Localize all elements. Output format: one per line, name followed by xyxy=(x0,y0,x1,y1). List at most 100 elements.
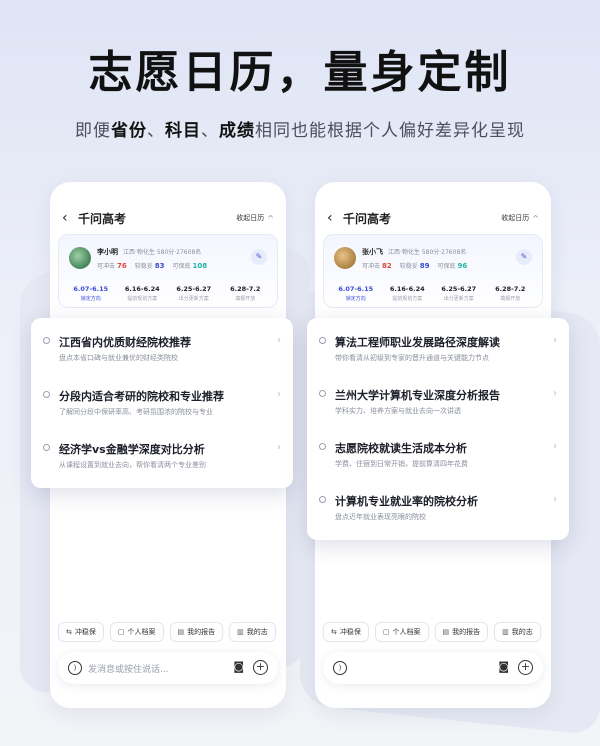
suggestion-item[interactable]: 计算机专业就业率的院校分析 盘点近年就业表现亮眼的院校 › xyxy=(319,493,557,533)
suggestion-title: 江西省内优质财经院校推荐 xyxy=(59,336,191,349)
date-range: 6.25-6.27 xyxy=(176,285,212,293)
chip-label: 个人档案 xyxy=(392,628,421,636)
score-match: 较稳妥 89 xyxy=(400,261,430,270)
message-input-bar[interactable]: ) 发消息或按住说话... ◙ + xyxy=(58,652,278,684)
voice-icon[interactable]: ) xyxy=(68,661,82,675)
back-arrow-icon[interactable]: ‹ xyxy=(327,210,343,226)
date-range: 6.28-7.2 xyxy=(495,285,526,293)
edit-pencil-icon[interactable]: ✎ xyxy=(516,249,532,265)
chevron-right-icon: › xyxy=(277,442,281,453)
chip-wishlist[interactable]: ▥ 我的志 xyxy=(229,622,276,642)
radio-icon xyxy=(319,496,326,503)
quick-chips: ⇆ 冲稳保 ▢ 个人档案 ▤ 我的报告 ▥ 我的志 xyxy=(58,622,276,642)
shuffle-icon: ⇆ xyxy=(66,628,72,636)
chevron-right-icon: › xyxy=(277,389,281,400)
suggestion-subtitle: 盘点近年就业表现亮眼的院校 xyxy=(335,513,426,521)
suggestion-title: 志愿院校就读生活成本分析 xyxy=(335,442,467,455)
score-row: 可冲击 76 较稳妥 83 可保底 108 xyxy=(97,261,207,270)
suggestion-item[interactable]: 兰州大学计算机专业深度分析报告 学科实力、培养方案与就业去向一次讲透 › xyxy=(319,387,557,427)
date-range: 6.16-6.24 xyxy=(389,285,425,293)
score-reach: 可冲击 82 xyxy=(362,261,392,270)
radio-icon xyxy=(319,390,326,397)
back-arrow-icon[interactable]: ‹ xyxy=(62,210,78,226)
profile-name: 张小飞 xyxy=(362,248,383,256)
score-label: 较稳妥 xyxy=(399,263,418,270)
suggestion-item[interactable]: 江西省内优质财经院校推荐 盘点本省口碑与就业兼优的财经类院校 › xyxy=(43,334,281,374)
plus-icon[interactable]: + xyxy=(253,660,268,675)
chip-label: 我的志 xyxy=(246,628,268,636)
date-step[interactable]: 6.16-6.24 提前规划方案 xyxy=(382,285,434,302)
collapse-calendar-button[interactable]: 收起日历 ^ xyxy=(501,213,539,223)
nav-bar: ‹ 千问高考 收起日历 ^ xyxy=(62,208,274,228)
avatar xyxy=(69,247,91,269)
date-step[interactable]: 6.07-6.15 锁定方向 xyxy=(65,285,117,302)
avatar xyxy=(334,247,356,269)
suggestion-subtitle: 学科实力、培养方案与就业去向一次讲透 xyxy=(335,407,461,415)
camera-icon[interactable]: ◙ xyxy=(498,660,509,673)
plus-icon[interactable]: + xyxy=(518,660,533,675)
subtitle-emphasis: 科目 xyxy=(165,121,201,141)
date-range: 6.28-7.2 xyxy=(230,285,261,293)
chip-report[interactable]: ▤ 我的报告 xyxy=(434,622,489,642)
date-label: 锁定方向 xyxy=(345,296,366,302)
suggestion-item[interactable]: 算法工程师职业发展路径深度解读 带你看清从初级到专家的晋升通道与关键能力节点 › xyxy=(319,334,557,374)
chip-label: 个人档案 xyxy=(127,628,156,636)
suggestion-subtitle: 带你看清从初级到专家的晋升通道与关键能力节点 xyxy=(335,354,489,362)
suggestion-subtitle: 盘点本省口碑与就业兼优的财经类院校 xyxy=(59,354,178,362)
date-label: 填报开放 xyxy=(500,296,521,302)
score-value: 96 xyxy=(457,262,468,270)
score-value: 89 xyxy=(419,262,430,270)
radio-icon xyxy=(43,337,50,344)
date-label: 锁定方向 xyxy=(80,296,101,302)
edit-pencil-icon[interactable]: ✎ xyxy=(251,249,267,265)
date-step[interactable]: 6.25-6.27 出分更新方案 xyxy=(433,285,485,302)
chip-report[interactable]: ▤ 我的报告 xyxy=(169,622,224,642)
chevron-right-icon: › xyxy=(553,494,557,505)
report-icon: ▤ xyxy=(442,628,450,636)
date-step[interactable]: 6.16-6.24 提前规划方案 xyxy=(117,285,169,302)
suggestion-subtitle: 了解同分段中保研率高、考研氛围浓的院校与专业 xyxy=(59,408,213,416)
score-label: 可保底 xyxy=(172,263,191,270)
score-label: 可保底 xyxy=(437,263,456,270)
chip-plan[interactable]: ⇆ 冲稳保 xyxy=(58,622,104,642)
subtitle-text: 、 xyxy=(201,121,219,141)
score-row: 可冲击 82 较稳妥 89 可保底 96 xyxy=(362,261,467,270)
message-input-bar[interactable]: ) ◙ + xyxy=(323,652,543,684)
collapse-label: 收起日历 xyxy=(501,214,530,222)
suggestion-item[interactable]: 分段内适合考研的院校和专业推荐 了解同分段中保研率高、考研氛围浓的院校与专业 › xyxy=(43,388,281,428)
suggestion-subtitle: 学费、住宿到日常开销，提前算清四年花费 xyxy=(335,460,468,468)
nav-title: 千问高考 xyxy=(78,211,127,226)
chip-label: 冲稳保 xyxy=(339,628,361,636)
date-label: 出分更新方案 xyxy=(443,296,474,302)
suggestion-item[interactable]: 经济学vs金融学深度对比分析 从课程设置到就业去向，帮你看清两个专业差别 › xyxy=(43,441,281,481)
nav-title: 千问高考 xyxy=(343,211,392,226)
date-step[interactable]: 6.25-6.27 出分更新方案 xyxy=(168,285,220,302)
date-range: 6.07-6.15 xyxy=(73,285,109,293)
voice-icon[interactable]: ) xyxy=(333,661,347,675)
chevron-up-icon: ^ xyxy=(267,213,274,223)
suggestion-item[interactable]: 志愿院校就读生活成本分析 学费、住宿到日常开销，提前算清四年花费 › xyxy=(319,440,557,480)
profile-card: 李小明 江西·物化生 580分·27608名 可冲击 76 较稳妥 83 可保底 10… xyxy=(58,234,278,308)
score-label: 可冲击 xyxy=(97,263,116,270)
chip-wishlist[interactable]: ▥ 我的志 xyxy=(494,622,541,642)
score-safety: 可保底 108 xyxy=(173,261,208,270)
profile-icon: ▢ xyxy=(117,628,125,636)
chip-plan[interactable]: ⇆ 冲稳保 xyxy=(323,622,369,642)
suggestion-popup-right: 算法工程师职业发展路径深度解读 带你看清从初级到专家的晋升通道与关键能力节点 ›… xyxy=(307,318,569,540)
suggestion-subtitle: 从课程设置到就业去向，帮你看清两个专业差别 xyxy=(59,461,206,469)
radio-icon xyxy=(43,444,50,451)
collapse-calendar-button[interactable]: 收起日历 ^ xyxy=(236,213,274,223)
score-value: 108 xyxy=(192,262,208,270)
camera-icon[interactable]: ◙ xyxy=(233,660,244,673)
calendar-dates: 6.07-6.15 锁定方向 6.16-6.24 提前规划方案 6.25-6.27 出… xyxy=(65,285,271,302)
date-step[interactable]: 6.28-7.2 填报开放 xyxy=(485,285,537,302)
date-range: 6.16-6.24 xyxy=(124,285,160,293)
score-match: 较稳妥 83 xyxy=(135,261,165,270)
quick-chips: ⇆ 冲稳保 ▢ 个人档案 ▤ 我的报告 ▥ 我的志 xyxy=(323,622,541,642)
chip-profile[interactable]: ▢ 个人档案 xyxy=(109,622,164,642)
list-icon: ▥ xyxy=(237,628,244,636)
date-step[interactable]: 6.28-7.2 填报开放 xyxy=(220,285,272,302)
chip-profile[interactable]: ▢ 个人档案 xyxy=(374,622,429,642)
date-step[interactable]: 6.07-6.15 锁定方向 xyxy=(330,285,382,302)
chevron-right-icon: › xyxy=(553,388,557,399)
